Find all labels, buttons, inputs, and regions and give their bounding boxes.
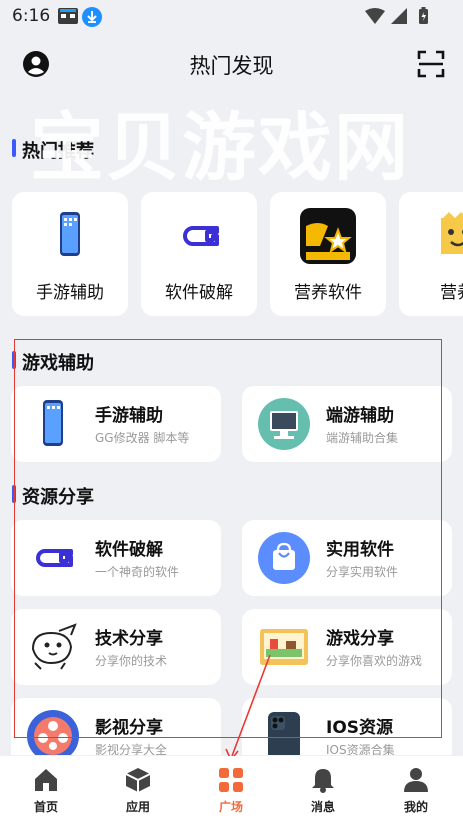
top-header: 热门发现: [0, 40, 463, 86]
person-icon: [404, 768, 428, 792]
tab-label: 广场: [218, 800, 243, 814]
status-bar: 6:16: [0, 0, 463, 34]
recommend-card[interactable]: 营养软件: [270, 192, 386, 316]
category-subtitle: IOS资源合集: [326, 743, 395, 755]
scan-icon[interactable]: [417, 50, 445, 78]
recommend-card[interactable]: 手游辅助: [12, 192, 128, 316]
face-icon: [441, 212, 463, 254]
home-icon: [35, 769, 57, 791]
cube-icon: [125, 768, 151, 792]
star-app-icon: [300, 208, 356, 264]
tab-label: 我的: [403, 800, 428, 814]
recommend-carousel[interactable]: 手游辅助 软件破解 营养软件 营养: [0, 190, 463, 320]
grid-icon: [219, 768, 243, 792]
download-icon: [82, 7, 102, 27]
status-time: 6:16: [12, 6, 51, 26]
tab-profile[interactable]: 我的: [370, 756, 462, 823]
recommend-label: 软件破解: [165, 283, 233, 303]
recommend-label: 营养: [440, 283, 463, 303]
tab-square[interactable]: 广场: [185, 756, 277, 823]
highlight-box: [14, 339, 442, 738]
key-icon: [183, 226, 219, 246]
category-subtitle: 影视分享大全: [95, 743, 168, 755]
system-status-icons: [365, 7, 428, 24]
tab-home[interactable]: 首页: [0, 756, 92, 823]
tab-messages[interactable]: 消息: [277, 756, 369, 823]
section-title-recommend: 热门推荐: [22, 141, 94, 162]
tab-label: 消息: [310, 800, 335, 814]
recommend-card[interactable]: 营养: [399, 192, 463, 316]
tab-label: 首页: [33, 800, 58, 814]
recommend-label: 手游辅助: [36, 283, 104, 303]
magic-app-icon: [58, 8, 78, 24]
phone-icon: [60, 212, 80, 256]
tab-label: 应用: [125, 800, 150, 814]
tab-apps[interactable]: 应用: [92, 756, 184, 823]
page-title: 热门发现: [189, 54, 274, 78]
bell-icon: [312, 769, 334, 793]
bottom-tab-bar: 首页 应用 广场 消息 我的: [0, 756, 463, 823]
recommend-card[interactable]: 软件破解: [141, 192, 257, 316]
recommend-label: 营养软件: [294, 283, 362, 303]
section-indicator: [12, 139, 16, 157]
